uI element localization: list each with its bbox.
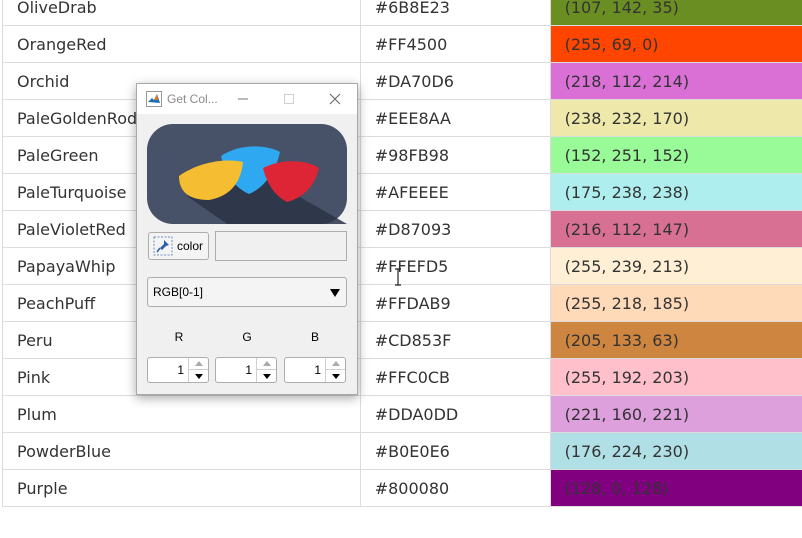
table-row: OrangeRed #FF4500 (255, 69, 0) [2, 25, 802, 63]
hex-code-cell: #FFDAB9 [359, 284, 551, 322]
pick-color-button[interactable]: color [148, 232, 209, 260]
hex-code-cell: #6B8E23 [359, 0, 551, 26]
hex-code-cell: #AFEEEE [359, 173, 551, 211]
rgb-swatch-cell: (205, 133, 63) [549, 321, 802, 359]
color-name-cell: Purple [2, 469, 361, 507]
r-increment-button[interactable] [189, 358, 208, 370]
rgb-swatch-cell: (107, 142, 35) [549, 0, 802, 26]
up-arrow-icon [331, 361, 340, 366]
color-name-cell: PowderBlue [2, 432, 361, 470]
rgb-swatch-cell: (238, 232, 170) [549, 99, 802, 137]
r-value: 1 [177, 363, 184, 377]
g-decrement-button[interactable] [257, 370, 276, 382]
r-spinner-arrows [188, 358, 208, 382]
rgb-swatch-cell: (128, 0, 128) [549, 469, 802, 507]
dropdown-arrow-icon [330, 289, 340, 297]
table-row: Plum #DDA0DD (221, 160, 221) [2, 395, 802, 433]
down-arrow-icon [331, 373, 340, 379]
rgb-swatch-cell: (255, 239, 213) [549, 247, 802, 285]
minimize-button[interactable] [231, 88, 255, 110]
channel-label-g: G [242, 330, 252, 344]
selected-color-field[interactable] [215, 231, 347, 261]
color-name-cell: OrangeRed [2, 25, 361, 63]
up-arrow-icon [194, 361, 203, 366]
color-reference-table: OliveDrab #6B8E23 (107, 142, 35) OrangeRed #… [2, 0, 802, 507]
b-spinner-arrows [325, 358, 345, 382]
hex-code-cell: #B0E0E6 [359, 432, 551, 470]
channel-label-r: R [174, 330, 184, 344]
rgb-swatch-cell: (216, 112, 147) [549, 210, 802, 248]
hex-code-cell: #800080 [359, 469, 551, 507]
hex-code-cell: #D87093 [359, 210, 551, 248]
hex-code-cell: #EEE8AA [359, 99, 551, 137]
b-increment-button[interactable] [326, 358, 345, 370]
hex-code-cell: #FFEFD5 [359, 247, 551, 285]
table-row: PaleVioletRed #D87093 (216, 112, 147) [2, 210, 802, 248]
hex-code-cell: #98FB98 [359, 136, 551, 174]
table-row: PowderBlue #B0E0E6 (176, 224, 230) [2, 432, 802, 470]
g-increment-button[interactable] [257, 358, 276, 370]
rgb-swatch-cell: (255, 192, 203) [549, 358, 802, 396]
color-table-body: OliveDrab #6B8E23 (107, 142, 35) OrangeRed #… [2, 0, 802, 507]
color-name-cell: Plum [2, 395, 361, 433]
table-row: PaleGreen #98FB98 (152, 251, 152) [2, 136, 802, 174]
rgb-swatch-cell: (255, 69, 0) [549, 25, 802, 63]
g-spinner-arrows [256, 358, 276, 382]
table-row: Orchid #DA70D6 (218, 112, 214) [2, 62, 802, 100]
down-arrow-icon [262, 373, 271, 379]
dialog-title: Get Col... [167, 92, 218, 106]
b-value-spinner[interactable]: 1 [284, 357, 346, 383]
maximize-button[interactable] [277, 88, 301, 110]
text-cursor-icon [395, 268, 401, 286]
hex-code-cell: #CD853F [359, 321, 551, 359]
minimize-icon [238, 98, 248, 100]
b-value: 1 [314, 363, 321, 377]
table-row: PaleTurquoise #AFEEEE (175, 238, 238) [2, 173, 802, 211]
dialog-titlebar[interactable]: Get Col... [137, 84, 357, 114]
color-drops-logo [147, 124, 347, 224]
table-row: OliveDrab #6B8E23 (107, 142, 35) [2, 0, 802, 26]
hex-code-cell: #DA70D6 [359, 62, 551, 100]
rgb-swatch-cell: (152, 251, 152) [549, 136, 802, 174]
close-button[interactable] [323, 88, 347, 110]
table-row: Pink #FFC0CB (255, 192, 203) [2, 358, 802, 396]
g-value-spinner[interactable]: 1 [215, 357, 277, 383]
table-row: Peru #CD853F (205, 133, 63) [2, 321, 802, 359]
rgb-swatch-cell: (176, 224, 230) [549, 432, 802, 470]
pick-color-label: color [177, 239, 204, 253]
rgb-swatch-cell: (255, 218, 185) [549, 284, 802, 322]
table-row: Purple #800080 (128, 0, 128) [2, 469, 802, 507]
color-name-cell: OliveDrab [2, 0, 361, 26]
b-decrement-button[interactable] [326, 370, 345, 382]
color-format-value: RGB[0-1] [153, 285, 204, 299]
close-icon [329, 93, 341, 105]
up-arrow-icon [262, 361, 271, 366]
r-decrement-button[interactable] [189, 370, 208, 382]
hex-code-cell: #DDA0DD [359, 395, 551, 433]
rgb-swatch-cell: (218, 112, 214) [549, 62, 802, 100]
hex-code-cell: #FF4500 [359, 25, 551, 63]
channel-label-b: B [310, 330, 319, 344]
table-row: PaleGoldenRod #EEE8AA (238, 232, 170) [2, 99, 802, 137]
r-value-spinner[interactable]: 1 [147, 357, 209, 383]
rgb-swatch-cell: (221, 160, 221) [549, 395, 802, 433]
down-arrow-icon [194, 373, 203, 379]
get-color-dialog: Get Col... color RGB[0-1] R G B 1 1 1 [136, 83, 358, 395]
color-picker-icon [153, 236, 173, 256]
hex-code-cell: #FFC0CB [359, 358, 551, 396]
maximize-icon [284, 94, 294, 104]
g-value: 1 [245, 363, 252, 377]
table-row: PeachPuff #FFDAB9 (255, 218, 185) [2, 284, 802, 322]
color-format-dropdown[interactable]: RGB[0-1] [147, 277, 347, 307]
matlab-icon [146, 91, 162, 107]
rgb-swatch-cell: (175, 238, 238) [549, 173, 802, 211]
